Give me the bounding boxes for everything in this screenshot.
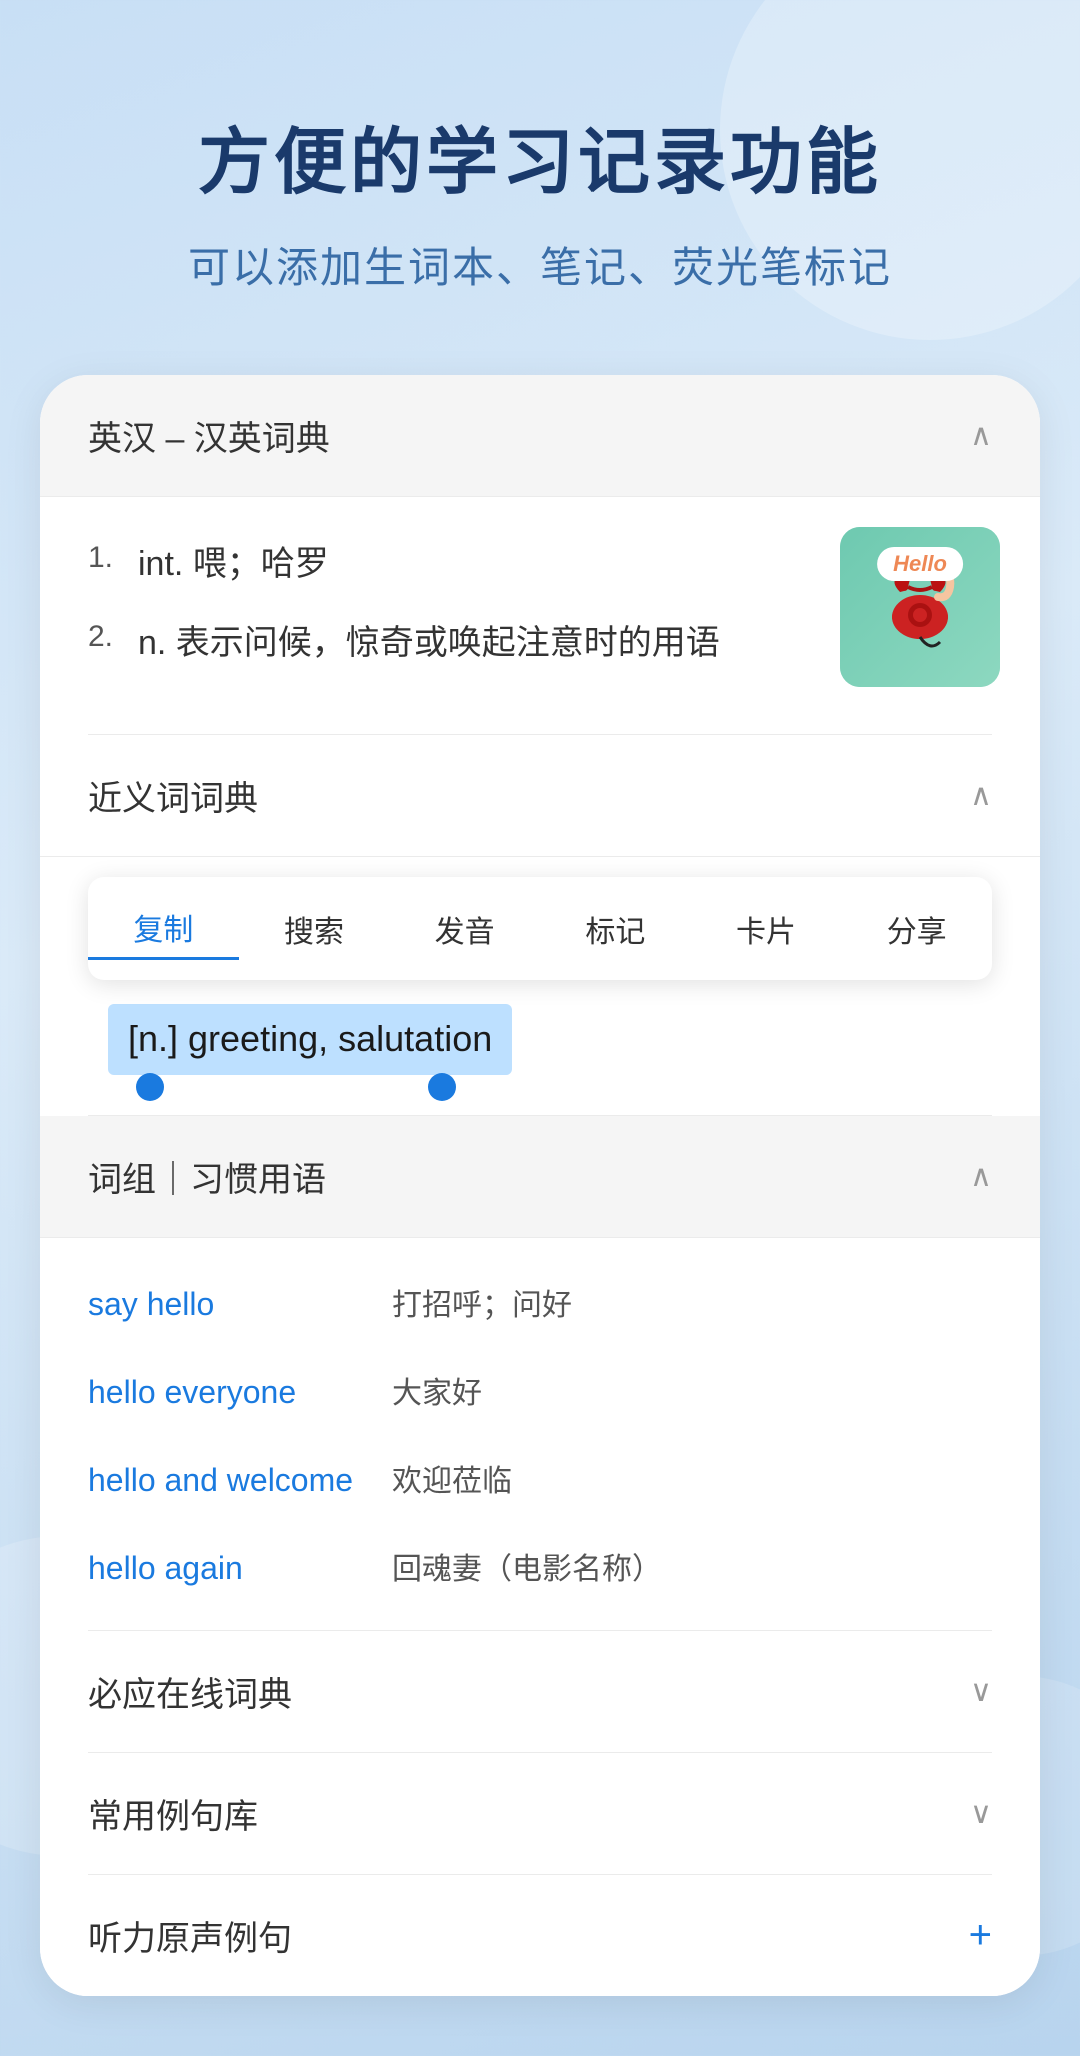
phrase-en-2: hello everyone	[88, 1374, 368, 1411]
header-area: 方便的学习记录功能 可以添加生词本、笔记、荧光笔标记	[0, 0, 1080, 375]
english-chinese-dict-title: 英汉 – 汉英词典	[88, 411, 330, 460]
context-menu: 复制 搜索 发音 标记 卡片 分享	[88, 877, 992, 980]
main-title: 方便的学习记录功能	[60, 120, 1020, 206]
tingli-title: 听力原声例句	[88, 1911, 292, 1960]
tingli-section[interactable]: 听力原声例句 +	[40, 1875, 1040, 1996]
phrase-row-3[interactable]: hello and welcome 欢迎莅临	[40, 1434, 1040, 1522]
biyingzaixian-title: 必应在线词典	[88, 1667, 292, 1716]
def-number-1: 1.	[88, 537, 138, 575]
synonyms-header[interactable]: 近义词词典 ∧	[40, 735, 1040, 857]
hello-image: Hello	[840, 527, 1000, 687]
biyingzaixian-section[interactable]: 必应在线词典 ∨	[40, 1631, 1040, 1752]
synonyms-chevron-icon: ∧	[970, 778, 992, 813]
phrases-title: 词组｜习惯用语	[88, 1152, 326, 1201]
phrase-en-3: hello and welcome	[88, 1462, 368, 1499]
selection-handle-left	[136, 1073, 164, 1101]
context-menu-mark[interactable]: 标记	[540, 899, 691, 959]
phrase-zh-2: 大家好	[392, 1368, 482, 1412]
phrase-row-1[interactable]: say hello 打招呼；问好	[40, 1258, 1040, 1346]
phrase-zh-4: 回魂妻（电影名称）	[392, 1544, 662, 1588]
phrase-row-4[interactable]: hello again 回魂妻（电影名称）	[40, 1522, 1040, 1610]
biyingzaixian-chevron-icon: ∨	[970, 1674, 992, 1709]
phrases-header[interactable]: 词组｜习惯用语 ∧	[40, 1116, 1040, 1238]
context-menu-copy[interactable]: 复制	[88, 897, 239, 960]
dict-content: Hello	[40, 497, 1040, 734]
phrase-en-4: hello again	[88, 1550, 368, 1587]
context-menu-card[interactable]: 卡片	[691, 899, 842, 959]
main-card: 英汉 – 汉英词典 ∧ Hello	[40, 375, 1040, 1995]
plus-icon[interactable]: +	[969, 1913, 992, 1958]
def-number-2: 2.	[88, 616, 138, 654]
selected-text: [n.] greeting, salutation	[108, 1004, 512, 1074]
synonyms-title: 近义词词典	[88, 771, 258, 820]
sub-title: 可以添加生词本、笔记、荧光笔标记	[60, 234, 1020, 295]
changyongliju-section[interactable]: 常用例句库 ∨	[40, 1753, 1040, 1874]
phrases-chevron-icon: ∧	[970, 1159, 992, 1194]
context-menu-share[interactable]: 分享	[841, 899, 992, 959]
context-menu-search[interactable]: 搜索	[239, 899, 390, 959]
context-menu-pronounce[interactable]: 发音	[389, 899, 540, 959]
changyongliju-title: 常用例句库	[88, 1789, 258, 1838]
phrase-zh-1: 打招呼；问好	[392, 1280, 572, 1324]
english-chinese-dict-header[interactable]: 英汉 – 汉英词典 ∧	[40, 375, 1040, 497]
phrases-list: say hello 打招呼；问好 hello everyone 大家好 hell…	[40, 1238, 1040, 1630]
hello-badge: Hello	[877, 547, 963, 581]
phrase-en-1: say hello	[88, 1286, 368, 1323]
chevron-up-icon: ∧	[970, 418, 992, 453]
phrase-zh-3: 欢迎莅临	[392, 1456, 512, 1500]
selection-area: [n.] greeting, salutation	[88, 980, 992, 1114]
changyongliju-chevron-icon: ∨	[970, 1796, 992, 1831]
selection-handle-right	[428, 1073, 456, 1101]
phrase-row-2[interactable]: hello everyone 大家好	[40, 1346, 1040, 1434]
